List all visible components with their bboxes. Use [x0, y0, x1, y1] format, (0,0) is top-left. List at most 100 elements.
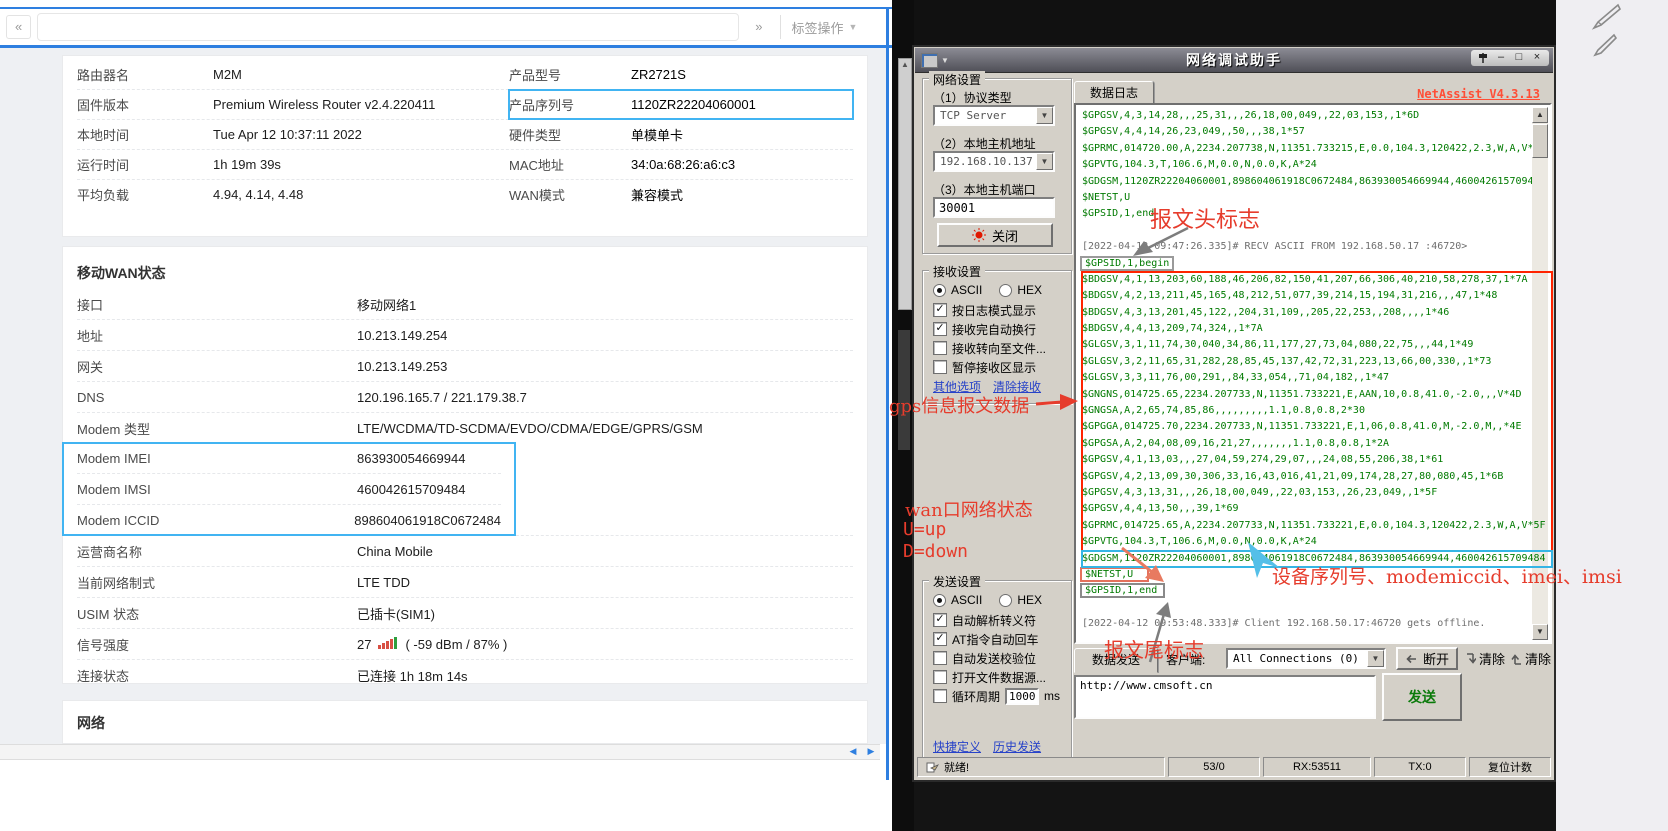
- arrow-up-icon: [1511, 653, 1522, 665]
- chevron-down-icon[interactable]: ▼: [1036, 107, 1053, 124]
- checkbox[interactable]: ✓: [933, 322, 947, 336]
- modem-highlight-box: Modem IMEI863930054669944Modem IMSI46004…: [63, 443, 515, 535]
- chevron-down-icon: ▼: [848, 22, 857, 32]
- pen-icon[interactable]: [1588, 2, 1624, 30]
- table-row: Modem IMEI863930054669944: [77, 443, 501, 473]
- log-flag-box: $GPSID,1,begin: [1082, 258, 1172, 269]
- log-line: $BDGSV,4,4,13,209,74,324,,1*7A: [1082, 321, 1552, 337]
- row-value: 898604061918C0672484: [354, 513, 501, 528]
- port-input[interactable]: [933, 197, 1055, 218]
- checkbox[interactable]: [933, 670, 947, 684]
- checkbox[interactable]: [933, 341, 947, 355]
- hex-radio[interactable]: [999, 284, 1012, 297]
- log-line: $GLGSV,3,1,11,74,30,040,34,86,11,177,27,…: [1082, 337, 1552, 353]
- tab-actions-menu[interactable]: 标签操作 ▼: [791, 18, 857, 37]
- forward-tabs-button[interactable]: »: [747, 16, 770, 38]
- quick-define-link[interactable]: 快捷定义: [933, 738, 981, 755]
- checkbox[interactable]: ✓: [933, 303, 947, 317]
- log-line: $BDGSV,4,2,13,211,45,165,48,212,51,077,3…: [1082, 288, 1552, 304]
- clear-receive-button[interactable]: 清除: [1464, 647, 1506, 670]
- row-value: Premium Wireless Router v2.4.220411: [213, 97, 509, 112]
- history-send-link[interactable]: 历史发送: [993, 738, 1041, 755]
- scroll-left-icon[interactable]: ◀: [846, 746, 860, 757]
- row-value: 27( -59 dBm / 87% ): [357, 636, 507, 652]
- window-title: 网络调试助手: [915, 50, 1553, 70]
- row-value: LTE/WCDMA/TD-SCDMA/EVDO/CDMA/EDGE/GPRS/G…: [357, 421, 703, 436]
- send-links: 快捷定义 历史发送: [933, 739, 1041, 753]
- mobile-wan-title: 移动WAN状态: [63, 251, 867, 289]
- checkbox[interactable]: ✓: [933, 632, 947, 646]
- toolbar-divider: [780, 15, 781, 39]
- log-line: $GPGSV,4,3,14,28,,,25,31,,,26,18,00,049,…: [1082, 108, 1530, 124]
- checkbox-label: 暂停接收区显示: [952, 359, 1036, 376]
- scrollbar-thumb[interactable]: [1532, 124, 1548, 158]
- clear-send-button[interactable]: 清除: [1510, 647, 1552, 670]
- receive-links: 其他选项 清除接收: [933, 379, 1041, 393]
- table-row: 运行时间1h 19m 39sMAC地址34:0a:68:26:a6:c3: [77, 149, 853, 179]
- log-line: $GLGSV,3,2,11,65,31,282,28,85,45,137,42,…: [1082, 354, 1552, 370]
- scroll-down-icon[interactable]: ▼: [1532, 624, 1548, 640]
- row-label: 网关: [77, 357, 357, 376]
- netassist-version-link[interactable]: NetAssist V4.3.13: [1417, 87, 1540, 101]
- pin-icon[interactable]: [1475, 51, 1491, 65]
- log-line: [2022-04-12 09:47:26.335]# RECV ASCII FR…: [1082, 239, 1530, 255]
- row-pair: WAN模式兼容模式: [509, 180, 853, 209]
- checkbox[interactable]: [933, 651, 947, 665]
- cycle-checkbox[interactable]: [933, 689, 947, 703]
- tab-actions-label: 标签操作: [791, 18, 843, 37]
- horizontal-scrollbar[interactable]: ◀ ▶: [0, 744, 880, 760]
- checkbox[interactable]: [933, 360, 947, 374]
- close-server-button[interactable]: 关闭: [937, 223, 1053, 247]
- row-value: M2M: [213, 67, 509, 82]
- ascii-radio[interactable]: [933, 594, 946, 607]
- table-row: 平均负载4.94, 4.14, 4.48WAN模式兼容模式: [77, 179, 853, 209]
- app-icon[interactable]: [921, 53, 938, 68]
- reset-counter-button[interactable]: 复位计数: [1469, 757, 1551, 777]
- send-settings-group: 发送设置 ASCII HEX ✓自动解析转义符✓AT指令自动回车自动发送校验位打…: [922, 580, 1072, 762]
- ascii-radio[interactable]: [933, 284, 946, 297]
- checkbox[interactable]: ✓: [933, 613, 947, 627]
- log-line: $GPGSV,4,2,13,09,30,306,33,16,43,016,41,…: [1082, 469, 1552, 485]
- row-label: 硬件类型: [509, 125, 631, 144]
- disconnect-button[interactable]: 断开: [1396, 647, 1458, 670]
- scroll-right-icon[interactable]: ▶: [864, 746, 878, 757]
- back-tabs-button[interactable]: «: [6, 15, 31, 39]
- row-value: 移动网络1: [357, 295, 416, 314]
- gps-packet-red-box: $BDGSV,4,1,13,203,60,188,46,206,82,150,4…: [1082, 272, 1552, 551]
- chevron-down-icon[interactable]: ▼: [1036, 153, 1053, 170]
- host-select[interactable]: 192.168.10.137 ▼: [933, 151, 1055, 172]
- checkbox-row: 打开文件数据源...: [933, 670, 1046, 684]
- log-line: $GPRMC,014725.65,A,2234.207733,N,11351.7…: [1082, 518, 1552, 534]
- tab-strip[interactable]: [37, 13, 739, 41]
- hex-radio[interactable]: [999, 594, 1012, 607]
- minimize-icon[interactable]: –: [1493, 51, 1509, 65]
- scroll-up-icon[interactable]: ▲: [1532, 107, 1548, 123]
- row-label: 本地时间: [77, 125, 213, 144]
- row-value: China Mobile: [357, 544, 433, 559]
- client-select[interactable]: All Connections (0) ▼: [1226, 648, 1386, 669]
- row-value: 4.94, 4.14, 4.48: [213, 187, 509, 202]
- send-input[interactable]: http://www.cmsoft.cn: [1074, 675, 1376, 719]
- checkbox-label: 接收完自动换行: [952, 321, 1036, 338]
- row-label: Modem ICCID: [77, 513, 354, 528]
- send-button[interactable]: 发送: [1382, 673, 1462, 721]
- checkbox-label: 自动解析转义符: [952, 612, 1036, 629]
- close-icon[interactable]: ×: [1529, 51, 1545, 65]
- row-label: Modem IMSI: [77, 482, 357, 497]
- checkbox-label: 打开文件数据源...: [952, 669, 1046, 686]
- maximize-icon[interactable]: □: [1511, 51, 1527, 65]
- send-format-radios: ASCII HEX: [933, 593, 1042, 607]
- ready-hand-icon: [926, 761, 939, 773]
- pencil-icon[interactable]: [1590, 32, 1620, 58]
- checkbox-label: 按日志模式显示: [952, 302, 1036, 319]
- chevron-down-icon[interactable]: ▼: [941, 56, 949, 65]
- cycle-input[interactable]: [1005, 688, 1039, 705]
- protocol-select[interactable]: TCP Server ▼: [933, 105, 1055, 126]
- log-line: $GPGSV,4,3,13,31,,,26,18,00,049,,22,03,1…: [1082, 485, 1552, 501]
- chevron-down-icon[interactable]: ▼: [1367, 650, 1384, 667]
- system-info-card: 路由器名M2M产品型号ZR2721S固件版本Premium Wireless R…: [62, 55, 868, 237]
- log-line: $GNGSA,A,2,65,74,85,86,,,,,,,,,1.1,0.8,0…: [1082, 403, 1552, 419]
- network-card: 网络: [62, 700, 868, 744]
- title-bar[interactable]: ▼ 网络调试助手 – □ ×: [915, 48, 1553, 73]
- network-settings-group: 网络设置 （1）协议类型 TCP Server ▼ （2）本地主机地址 192.…: [922, 78, 1072, 254]
